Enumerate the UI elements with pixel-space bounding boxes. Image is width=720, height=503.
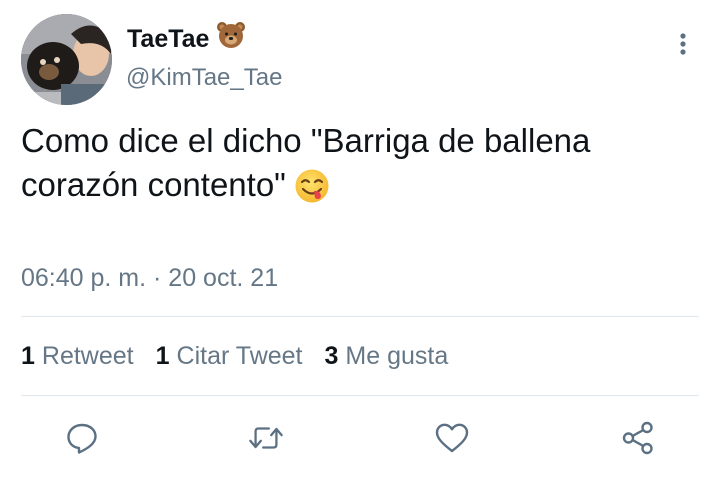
tweet: TaeTae @KimTae_Tae Como dice el dicho "B…	[0, 0, 720, 503]
likes-label: Me gusta	[345, 342, 449, 370]
quotes-label: Citar Tweet	[176, 342, 303, 370]
retweet-icon	[249, 427, 283, 449]
divider	[21, 395, 699, 396]
display-name-text: TaeTae	[127, 25, 210, 53]
bear-face-emoji	[216, 20, 246, 58]
divider	[21, 316, 699, 317]
share-icon	[622, 421, 653, 455]
retweet-button[interactable]	[248, 420, 284, 456]
likes-stat[interactable]: 3 Me gusta	[325, 340, 449, 372]
reply-button[interactable]	[64, 420, 100, 456]
like-button[interactable]	[434, 420, 470, 456]
retweets-stat[interactable]: 1 Retweet	[21, 340, 134, 372]
quotes-stat[interactable]: 1 Citar Tweet	[156, 340, 303, 372]
more-vertical-icon	[680, 33, 686, 55]
like-icon	[435, 423, 469, 453]
retweets-label: Retweet	[41, 342, 134, 370]
avatar-image	[21, 14, 112, 105]
quotes-count: 1	[155, 342, 170, 370]
tweet-stats: 1 Retweet 1 Citar Tweet 3 Me gusta	[21, 340, 448, 372]
reply-icon	[67, 423, 97, 454]
display-name[interactable]: TaeTae	[127, 20, 246, 58]
retweets-count: 1	[21, 342, 35, 370]
tweet-text: Como dice el dicho "Barriga de ballena c…	[21, 119, 681, 215]
user-handle[interactable]: @KimTae_Tae	[126, 62, 282, 94]
avatar[interactable]	[21, 14, 112, 105]
share-button[interactable]	[620, 420, 656, 456]
more-options-button[interactable]	[668, 28, 698, 60]
tweet-timestamp[interactable]: 06:40 p. m. · 20 oct. 21	[21, 262, 278, 294]
likes-count: 3	[324, 342, 339, 370]
face-savoring-food-emoji	[294, 168, 330, 215]
